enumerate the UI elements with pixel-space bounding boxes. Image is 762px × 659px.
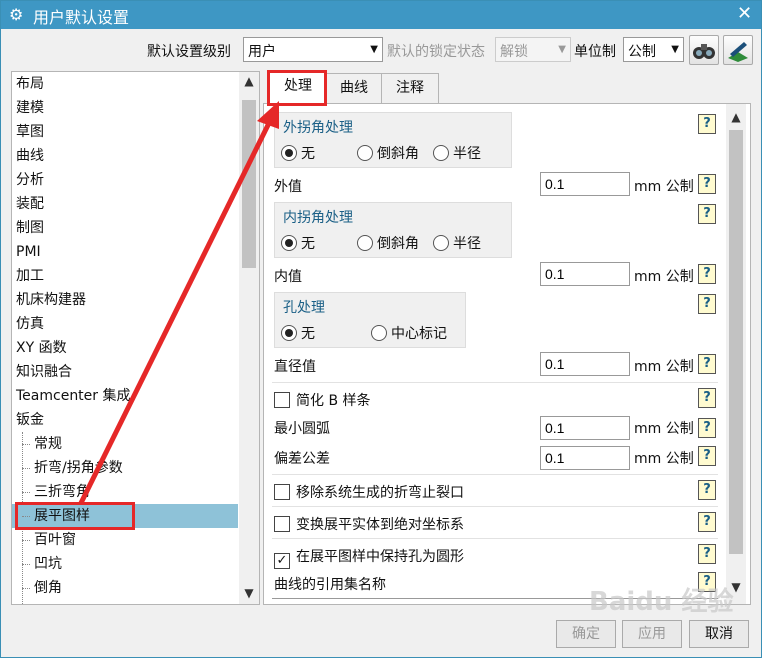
user-defaults-dialog: ⚙ 用户默认设置 ✕ 默认设置级别 用户 ▼ 默认的锁定状态 解锁 ▼ 单位制 …: [0, 0, 762, 658]
annotation-arrow: [78, 101, 279, 505]
